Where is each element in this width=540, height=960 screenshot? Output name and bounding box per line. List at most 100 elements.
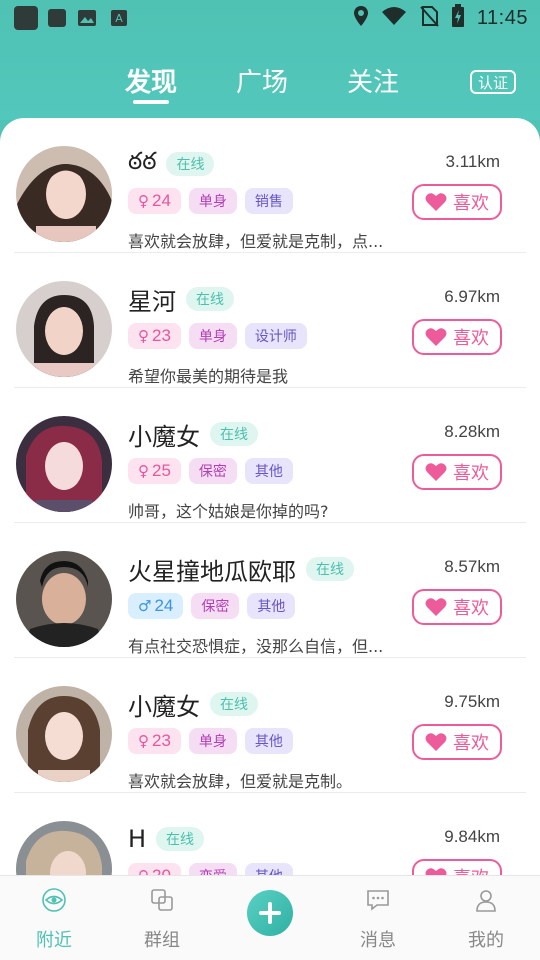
- online-badge: 在线: [306, 557, 354, 581]
- user-card[interactable]: 小魔女 在线 8.28km ♀ 25 保密 其他 帅哥，这个姑娘是你掉的吗? 喜欢: [14, 388, 526, 523]
- male-icon: ♂: [138, 597, 152, 615]
- no-sim-icon: [419, 5, 439, 31]
- image-icon: [76, 7, 98, 29]
- like-label: 喜欢: [453, 193, 489, 214]
- female-icon: ♀: [138, 327, 149, 345]
- font-icon: A: [108, 7, 130, 29]
- distance: 9.75km: [444, 692, 500, 711]
- female-icon: ♀: [138, 192, 149, 210]
- user-card[interactable]: 小魔女 在线 9.75km ♀ 23 单身 其他 喜欢就会放肆，但爱就是克制。 喜…: [14, 658, 526, 793]
- user-card[interactable]: 火星撞地瓜欧耶 在线 8.57km ♂ 24 保密 其他 有点社交恐惧症，没那么自…: [14, 523, 526, 658]
- job-tag: 其他: [244, 863, 293, 875]
- location-icon: [353, 5, 369, 31]
- age-tag: ♀ 23: [128, 728, 181, 754]
- nav-messages[interactable]: 消息: [338, 886, 418, 952]
- like-label: 喜欢: [453, 864, 489, 875]
- like-button[interactable]: 喜欢: [412, 724, 502, 760]
- age-tag: ♀ 25: [128, 458, 181, 484]
- verify-button[interactable]: 认证: [470, 70, 516, 94]
- like-button[interactable]: 喜欢: [412, 859, 502, 875]
- relationship-tag: 单身: [188, 323, 237, 349]
- female-icon: ♀: [138, 462, 149, 480]
- user-bio: 喜欢就会放肆，但爱就是克制，点...: [128, 232, 384, 251]
- nav-label: 我的: [468, 930, 504, 951]
- wifi-icon: [381, 6, 407, 30]
- heart-icon: [425, 868, 447, 875]
- job-tag: 其他: [247, 593, 296, 619]
- distance: 6.97km: [444, 287, 500, 306]
- system-icons: 11:45: [353, 4, 528, 32]
- nav-me[interactable]: 我的: [446, 886, 526, 952]
- heart-icon: [425, 733, 447, 751]
- female-icon: ♀: [138, 867, 149, 875]
- female-icon: ♀: [138, 732, 149, 750]
- nav-label: 群组: [144, 930, 180, 951]
- avatar[interactable]: [16, 686, 112, 782]
- user-card[interactable]: H 在线 9.84km ♀20 恋爱 其他 喜欢: [14, 793, 526, 875]
- relationship-tag: 单身: [188, 188, 237, 214]
- online-badge: 在线: [210, 692, 258, 716]
- user-bio: 有点社交恐惧症，没那么自信，但...: [128, 637, 384, 656]
- user-list: ఠఠ 在线 3.11km ♀ 24 单身 销售 喜欢就会放肆，但爱就是克制，点..…: [0, 118, 540, 875]
- online-badge: 在线: [186, 287, 234, 311]
- bottom-nav: 附近 群组 消息 我的: [0, 875, 540, 960]
- user-name: H: [128, 825, 147, 853]
- user-bio: 帅哥，这个姑娘是你掉的吗?: [128, 502, 329, 521]
- user-card[interactable]: ఠఠ 在线 3.11km ♀ 24 单身 销售 喜欢就会放肆，但爱就是克制，点..…: [14, 118, 526, 253]
- age-tag: ♀ 24: [128, 188, 181, 214]
- tab-following[interactable]: 关注: [347, 62, 399, 99]
- age-tag: ♂ 24: [128, 593, 184, 619]
- heart-icon: [425, 193, 447, 211]
- like-button[interactable]: 喜欢: [412, 454, 502, 490]
- avatar[interactable]: [16, 416, 112, 512]
- post-button[interactable]: [247, 890, 293, 936]
- avatar[interactable]: [16, 551, 112, 647]
- group-icon: [122, 886, 202, 914]
- user-name: 小魔女: [128, 692, 200, 721]
- relationship-tag: 保密: [188, 458, 237, 484]
- heart-icon: [425, 598, 447, 616]
- job-tag: 销售: [244, 188, 293, 214]
- age-tag: ♀20: [128, 863, 181, 875]
- plus-icon: [259, 902, 281, 924]
- nav-label: 消息: [360, 930, 396, 951]
- tab-discover[interactable]: 发现: [125, 62, 177, 99]
- distance: 9.84km: [444, 827, 500, 846]
- age-tag: ♀ 23: [128, 323, 181, 349]
- tab-plaza[interactable]: 广场: [236, 62, 288, 99]
- active-tab-indicator: [133, 100, 169, 104]
- header: A 11:45 发现 广场 关注 认证: [0, 0, 540, 120]
- app-notification-icon: [14, 6, 38, 30]
- like-button[interactable]: 喜欢: [412, 184, 502, 220]
- eye-icon: [14, 886, 94, 914]
- like-button[interactable]: 喜欢: [412, 319, 502, 355]
- relationship-tag: 恋爱: [188, 863, 237, 875]
- avatar[interactable]: [16, 281, 112, 377]
- online-badge: 在线: [210, 422, 258, 446]
- avatar[interactable]: [16, 146, 112, 242]
- user-icon: [446, 886, 526, 914]
- like-label: 喜欢: [453, 598, 489, 619]
- distance: 8.57km: [444, 557, 500, 576]
- heart-icon: [425, 328, 447, 346]
- app-notification-icon: [48, 9, 66, 27]
- like-button[interactable]: 喜欢: [412, 589, 502, 625]
- user-name: 火星撞地瓜欧耶: [128, 557, 296, 586]
- nav-groups[interactable]: 群组: [122, 886, 202, 952]
- notification-icons: A: [14, 6, 130, 30]
- like-label: 喜欢: [453, 328, 489, 349]
- nav-nearby[interactable]: 附近: [14, 886, 94, 952]
- battery-icon: [451, 4, 465, 32]
- user-bio: 喜欢就会放肆，但爱就是克制。: [128, 772, 353, 791]
- job-tag: 设计师: [244, 323, 307, 349]
- online-badge: 在线: [156, 827, 205, 851]
- avatar[interactable]: [16, 821, 112, 875]
- job-tag: 其他: [244, 728, 293, 754]
- job-tag: 其他: [244, 458, 293, 484]
- relationship-tag: 保密: [191, 593, 240, 619]
- user-card[interactable]: 星河 在线 6.97km ♀ 23 单身 设计师 希望你最美的期待是我 喜欢: [14, 253, 526, 388]
- user-name: ఠఠ: [128, 147, 157, 175]
- user-bio: 希望你最美的期待是我: [128, 367, 289, 386]
- nav-label: 附近: [36, 930, 72, 951]
- user-name: 小魔女: [128, 422, 200, 451]
